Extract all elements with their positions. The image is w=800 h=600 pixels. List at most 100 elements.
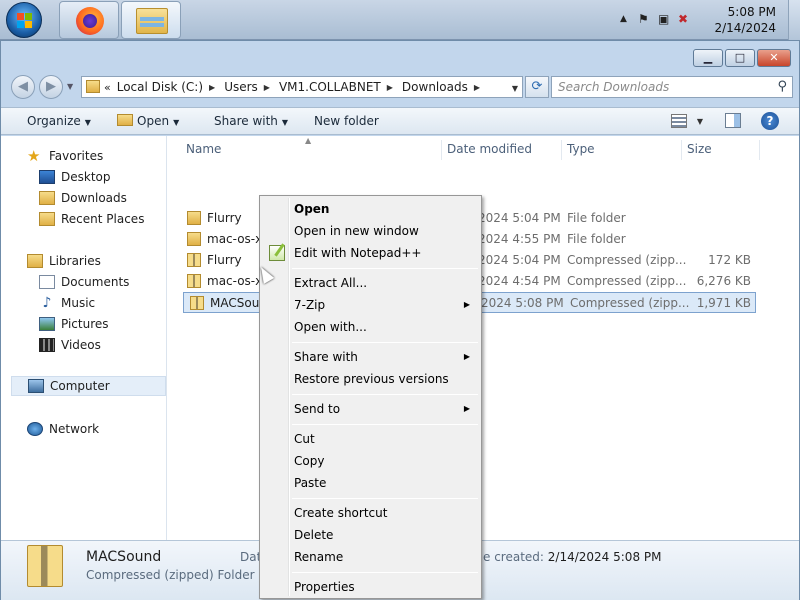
change-view-icon[interactable] [671, 114, 687, 128]
back-button[interactable]: ◀ [11, 75, 35, 99]
menu-share-with[interactable]: Share with ▶ [263, 346, 478, 368]
view-options-dropdown[interactable]: ▼ [697, 117, 703, 126]
context-menu: Open Open in new window Edit with Notepa… [259, 195, 482, 599]
menu-paste[interactable]: Paste [263, 472, 478, 494]
column-size[interactable]: Size [687, 136, 712, 162]
star-icon: ★ [27, 147, 41, 165]
taskbar-firefox-button[interactable] [59, 1, 119, 39]
show-desktop-button[interactable] [788, 0, 800, 40]
menu-copy[interactable]: Copy [263, 450, 478, 472]
menu-restore-previous[interactable]: Restore previous versions [263, 368, 478, 390]
organize-button[interactable]: Organize ▼ [27, 114, 91, 128]
open-folder-icon [117, 114, 133, 126]
menu-extract-all[interactable]: Extract All... [263, 272, 478, 294]
zip-folder-icon [187, 274, 201, 288]
start-button[interactable] [6, 2, 42, 38]
search-icon[interactable]: ⚲ [777, 77, 787, 97]
column-divider[interactable] [561, 140, 562, 160]
menu-open-with[interactable]: Open with... [263, 316, 478, 338]
address-bar[interactable]: « Local Disk (C:) ▶ Users ▶ VM1.COLLABNE… [81, 76, 523, 98]
zip-folder-large-icon [27, 545, 63, 587]
computer-icon [28, 379, 44, 393]
nav-pictures-label: Pictures [61, 317, 109, 331]
chevron-right-icon[interactable]: ▶ [387, 83, 393, 92]
nav-videos[interactable]: Videos [39, 335, 101, 355]
nav-desktop[interactable]: Desktop [39, 167, 111, 187]
action-center-flag-icon[interactable]: ⚑ [638, 12, 649, 26]
column-divider[interactable] [759, 140, 760, 160]
maximize-button[interactable]: □ [725, 49, 755, 67]
share-with-button[interactable]: Share with ▼ [214, 114, 288, 128]
column-divider[interactable] [681, 140, 682, 160]
column-type[interactable]: Type [567, 136, 595, 162]
file-type: File folder [567, 232, 626, 246]
nav-pictures[interactable]: Pictures [39, 314, 109, 334]
minimize-button[interactable]: ▁ [693, 49, 723, 67]
menu-rename[interactable]: Rename [263, 546, 478, 568]
forward-button[interactable]: ▶ [39, 75, 63, 99]
column-date-modified[interactable]: Date modified [447, 136, 532, 162]
search-placeholder: Search Downloads [558, 80, 670, 94]
column-divider[interactable] [441, 140, 442, 160]
menu-open-new-window[interactable]: Open in new window [263, 220, 478, 242]
menu-7zip[interactable]: 7-Zip ▶ [263, 294, 478, 316]
menu-delete[interactable]: Delete [263, 524, 478, 546]
nav-favorites[interactable]: ★ Favorites [27, 146, 103, 166]
nav-network[interactable]: Network [27, 419, 99, 439]
sort-ascending-icon: ▲ [305, 136, 312, 145]
chevron-right-icon[interactable]: ▶ [209, 83, 215, 92]
menu-cut[interactable]: Cut [263, 428, 478, 450]
breadcrumb-users[interactable]: Users [224, 80, 258, 94]
taskbar: ▲ ⚑ ▣ ✖ 5:08 PM 2/14/2024 [0, 0, 800, 40]
file-type: File folder [567, 211, 626, 225]
share-with-label: Share with [214, 114, 278, 128]
details-created: e created: 2/14/2024 5:08 PM [483, 550, 661, 564]
breadcrumb-downloads[interactable]: Downloads [402, 80, 468, 94]
new-folder-button[interactable]: New folder [314, 114, 379, 128]
volume-muted-icon[interactable]: ✖ [678, 12, 688, 26]
refresh-button[interactable]: ⟳ [525, 76, 549, 98]
nav-computer[interactable]: Computer [11, 376, 166, 396]
nav-documents[interactable]: Documents [39, 272, 129, 292]
menu-separator [292, 424, 478, 425]
documents-icon [39, 275, 55, 289]
menu-open[interactable]: Open [263, 198, 478, 220]
nav-videos-label: Videos [61, 338, 101, 352]
menu-properties[interactable]: Properties [263, 576, 478, 598]
show-hidden-icons-icon[interactable]: ▲ [620, 14, 627, 24]
menu-create-shortcut[interactable]: Create shortcut [263, 502, 478, 524]
clock[interactable]: 5:08 PM 2/14/2024 [714, 4, 776, 36]
address-overflow[interactable]: « [104, 81, 111, 94]
preview-pane-icon[interactable] [725, 113, 741, 128]
open-button[interactable]: Open ▼ [117, 114, 179, 128]
nav-recent-places[interactable]: Recent Places [39, 209, 144, 229]
firefox-icon [76, 7, 104, 35]
taskbar-explorer-button[interactable] [121, 1, 181, 39]
menu-separator [292, 394, 478, 395]
nav-music[interactable]: ♪ Music [39, 293, 96, 313]
network-icon[interactable]: ▣ [658, 12, 669, 26]
menu-edit-notepad[interactable]: Edit with Notepad++ [263, 242, 478, 264]
menu-separator [292, 268, 478, 269]
menu-send-to[interactable]: Send to ▶ [263, 398, 478, 420]
nav-computer-label: Computer [50, 379, 110, 393]
recent-pages-dropdown[interactable]: ▼ [67, 82, 73, 91]
chevron-right-icon[interactable]: ▶ [474, 83, 480, 92]
nav-libraries[interactable]: Libraries [27, 251, 101, 271]
help-icon[interactable]: ? [761, 112, 779, 130]
chevron-right-icon[interactable]: ▶ [264, 83, 270, 92]
close-button[interactable]: ✕ [757, 49, 791, 67]
nav-recent-places-label: Recent Places [61, 212, 145, 226]
breadcrumb-user[interactable]: VM1.COLLABNET [279, 80, 381, 94]
column-name[interactable]: Name [186, 136, 221, 162]
nav-downloads[interactable]: Downloads [39, 188, 127, 208]
nav-music-label: Music [61, 296, 96, 310]
details-file-name: MACSound [86, 549, 162, 565]
address-history-dropdown[interactable]: ▼ [512, 84, 518, 93]
system-tray: ▲ ⚑ ▣ ✖ 5:08 PM 2/14/2024 [610, 0, 800, 40]
submenu-arrow-icon: ▶ [463, 404, 470, 413]
search-input[interactable]: Search Downloads ⚲ [551, 76, 793, 98]
file-size: 6,276 KB [696, 274, 751, 288]
breadcrumb-local-disk[interactable]: Local Disk (C:) [117, 80, 203, 94]
pictures-icon [39, 317, 55, 331]
